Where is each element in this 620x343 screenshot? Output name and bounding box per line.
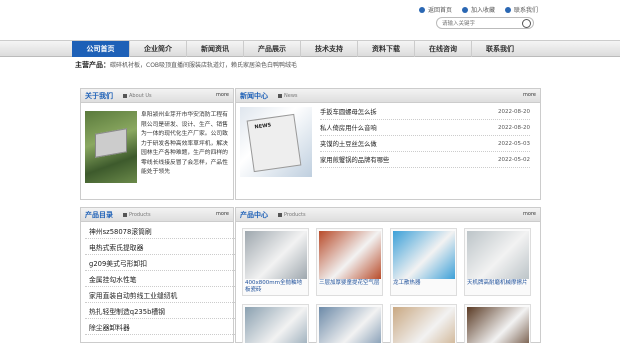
favorite-link[interactable]: 加入收藏: [461, 5, 495, 14]
products-subtitle: Products: [284, 212, 306, 218]
search-icon[interactable]: [522, 19, 531, 28]
nav-home[interactable]: 公司首页: [72, 41, 129, 57]
category-item[interactable]: 除尘器卸料器: [85, 319, 235, 335]
nav-products[interactable]: 产品展示: [243, 41, 300, 57]
main-nav: 公司首页 企业简介 新闻资讯 产品展示 技术支持 资料下载 在线咨询 联系我们: [0, 40, 620, 57]
product-card[interactable]: 三层加厚婴童提花空气层: [316, 228, 383, 296]
category-item[interactable]: 金属挂勾水性笔: [85, 271, 235, 287]
product-image: [318, 231, 381, 279]
product-name[interactable]: 龙工散热器: [391, 279, 456, 295]
home-link[interactable]: 返回首页: [418, 5, 452, 14]
category-item[interactable]: 神州sz58078滚筒刷: [85, 223, 235, 239]
products-panel: 产品中心 Products more 400x800mm全抛釉地板瓷砖 三层加厚…: [235, 207, 541, 343]
top-links: 返回首页 加入收藏 联系我们: [418, 5, 538, 14]
product-image: [466, 231, 529, 279]
nav-consult[interactable]: 在线咨询: [414, 41, 471, 57]
category-item[interactable]: 电热式索氏提取器: [85, 239, 235, 255]
keyword-label: 主营产品：: [75, 61, 110, 69]
news-more-link[interactable]: more: [523, 92, 536, 98]
star-icon: [461, 6, 468, 13]
news-subtitle: News: [284, 93, 298, 99]
news-item[interactable]: 夹馍的土豆丝怎么做 2022-05-03: [320, 136, 530, 152]
products-title: 产品中心: [240, 211, 268, 219]
product-card[interactable]: [464, 304, 531, 343]
search-input[interactable]: 请输入关键字: [436, 17, 534, 29]
product-name[interactable]: 400x800mm全抛釉地板瓷砖: [243, 279, 308, 295]
top-bar: 返回首页 加入收藏 联系我们 请输入关键字: [0, 0, 620, 40]
product-image: [244, 231, 307, 279]
news-item[interactable]: 私人倚房用什么音响 2022-08-20: [320, 120, 530, 136]
news-item[interactable]: 手扳车圆螺母怎么拆 2022-08-20: [320, 104, 530, 120]
news-panel: 新闻中心 News more NEWS 手扳车圆螺母怎么拆 2022-08-20 …: [235, 88, 541, 200]
nav-downloads[interactable]: 资料下载: [357, 41, 414, 57]
nav-support[interactable]: 技术支持: [300, 41, 357, 57]
category-item[interactable]: g209美式弓形卸扣: [85, 255, 235, 271]
product-card[interactable]: 龙工散热器: [390, 228, 457, 296]
product-card[interactable]: [316, 304, 383, 343]
company-photo: [85, 111, 137, 183]
about-text: 阜阳颍州业芽开市华安消防工程有限公司是研发、设计、生产、销售为一体的现代化生产厂…: [141, 112, 228, 175]
product-name[interactable]: 三层加厚婴童提花空气层: [317, 279, 382, 295]
contact-link[interactable]: 联系我们: [504, 5, 538, 14]
search-placeholder: 请输入关键字: [442, 21, 476, 27]
nav-news[interactable]: 新闻资讯: [186, 41, 243, 57]
about-subtitle: About Us: [129, 93, 152, 99]
product-image: [392, 231, 455, 279]
square-icon: [278, 94, 282, 98]
mail-icon: [504, 6, 511, 13]
news-item[interactable]: 家用煎蟹锅的品牌有哪些 2022-05-02: [320, 152, 530, 168]
category-more-link[interactable]: more: [216, 211, 229, 217]
product-name[interactable]: 天机牌高耐磨机械摩擦片: [465, 279, 530, 295]
category-subtitle: Products: [129, 212, 151, 218]
product-image: [318, 307, 381, 343]
category-panel: 产品目录 Products more 神州sz58078滚筒刷 电热式索氏提取器…: [80, 207, 235, 343]
category-item[interactable]: 家用直装自动剪线工业缝纫机: [85, 287, 235, 303]
about-title: 关于我们: [85, 92, 113, 100]
product-image: [244, 307, 307, 343]
category-title: 产品目录: [85, 211, 113, 219]
category-list: 神州sz58078滚筒刷 电热式索氏提取器 g209美式弓形卸扣 金属挂勾水性笔…: [85, 223, 235, 335]
about-more-link[interactable]: more: [216, 92, 229, 98]
news-list: 手扳车圆螺母怎么拆 2022-08-20 私人倚房用什么音响 2022-08-20 …: [320, 104, 530, 168]
category-item[interactable]: 热扎轻型制造q235b槽钢: [85, 303, 235, 319]
square-icon: [123, 94, 127, 98]
home-icon: [418, 6, 425, 13]
square-icon: [123, 213, 127, 217]
square-icon: [278, 213, 282, 217]
news-title: 新闻中心: [240, 92, 268, 100]
product-card[interactable]: [390, 304, 457, 343]
product-card[interactable]: [242, 304, 309, 343]
newspaper-image: NEWS: [240, 107, 312, 177]
product-image: [466, 307, 529, 343]
product-card[interactable]: 400x800mm全抛釉地板瓷砖: [242, 228, 309, 296]
product-card[interactable]: 天机牌高耐磨机械摩擦片: [464, 228, 531, 296]
about-panel: 关于我们 About Us more 阜阳颍州业芽开市华安消防工程有限公司是研发…: [80, 88, 234, 200]
nav-contact[interactable]: 联系我们: [471, 41, 528, 57]
keyword-text: 碳碎机衬板，COB吸顶直播间服装店轨道灯，赖氏家居染色白鸭鸭绒毛: [110, 62, 298, 69]
keyword-bar: 主营产品：碳碎机衬板，COB吸顶直播间服装店轨道灯，赖氏家居染色白鸭鸭绒毛: [75, 60, 297, 70]
nav-about[interactable]: 企业简介: [129, 41, 186, 57]
product-image: [392, 307, 455, 343]
products-more-link[interactable]: more: [523, 211, 536, 217]
